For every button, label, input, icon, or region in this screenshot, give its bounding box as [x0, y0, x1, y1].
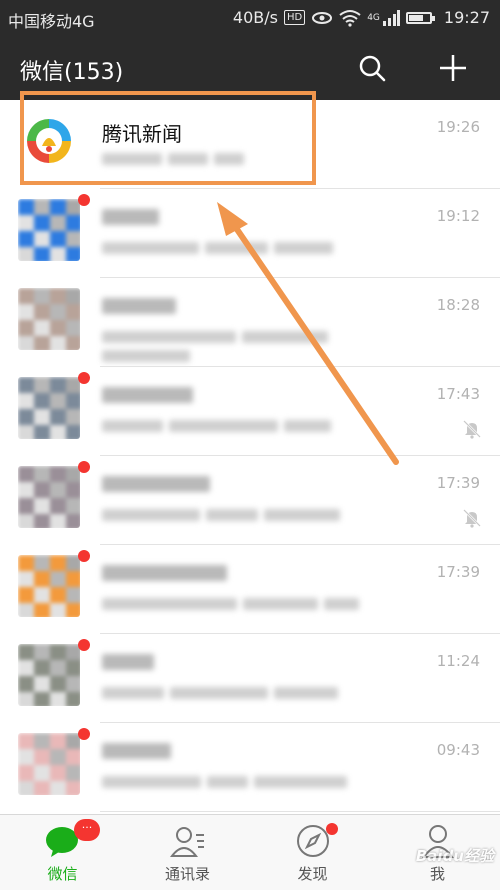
chat-time: 09:43	[436, 741, 480, 759]
chat-name-redacted	[102, 387, 242, 403]
tab-chats[interactable]: ··· 微信	[0, 815, 125, 890]
mute-bell-icon	[463, 420, 481, 439]
avatar-mosaic	[18, 288, 80, 350]
chat-name-redacted	[102, 476, 242, 492]
chat-preview-redacted	[102, 239, 392, 255]
unread-dot	[78, 728, 90, 740]
eye-icon	[312, 11, 333, 24]
network-type: 4G	[367, 12, 380, 23]
chat-row[interactable]: 19:12	[0, 189, 500, 278]
avatar	[18, 644, 80, 706]
chat-row[interactable]: 17:39	[0, 456, 500, 545]
unread-dot	[78, 461, 90, 473]
avatar-mosaic	[18, 466, 80, 528]
tab-label: 我	[429, 865, 445, 883]
tab-label: 发现	[297, 865, 328, 883]
highlight-box	[20, 91, 316, 185]
chat-preview-redacted	[102, 773, 392, 789]
chat-preview-redacted	[102, 328, 392, 362]
chat-row[interactable]: 17:43	[0, 367, 500, 456]
avatar-mosaic	[18, 555, 80, 617]
row-divider	[100, 811, 500, 812]
chat-time: 19:12	[436, 207, 480, 225]
status-bar: 中国移动4G 40B/s HD 4G 19:27	[0, 0, 500, 36]
chat-name-redacted	[102, 298, 242, 314]
wifi-icon	[339, 9, 361, 27]
hd-badge: HD	[283, 10, 306, 25]
avatar	[18, 377, 80, 439]
carrier-label: 中国移动4G	[8, 12, 95, 31]
tab-discover[interactable]: 发现	[250, 815, 375, 890]
mute-bell-icon	[463, 509, 481, 528]
avatar-mosaic	[18, 733, 80, 795]
search-icon[interactable]	[356, 52, 388, 84]
chat-row[interactable]: 17:39	[0, 545, 500, 634]
tab-label: 微信	[47, 865, 78, 883]
chat-name-redacted	[102, 743, 242, 759]
discover-dot	[326, 823, 338, 835]
avatar-mosaic	[18, 377, 80, 439]
tab-label: 通讯录	[164, 865, 210, 883]
page-title: 微信(153)	[20, 60, 124, 85]
chat-time: 17:39	[436, 474, 480, 492]
chat-time: 17:43	[436, 385, 480, 403]
unread-dot	[78, 194, 90, 206]
contacts-icon	[170, 827, 204, 857]
status-icons: 40B/s HD 4G 19:27	[233, 8, 490, 27]
chat-preview-redacted	[102, 595, 392, 611]
unread-dot	[78, 372, 90, 384]
avatar-mosaic	[18, 199, 80, 261]
plus-icon[interactable]	[437, 52, 469, 84]
avatar	[18, 466, 80, 528]
signal-icon	[382, 9, 400, 26]
chat-name-redacted	[102, 565, 242, 581]
chat-row[interactable]: 09:43	[0, 723, 500, 812]
chat-row[interactable]: 18:28	[0, 278, 500, 367]
watermark: Baidu经验	[415, 847, 494, 865]
chat-time: 18:28	[436, 296, 480, 314]
avatar	[18, 733, 80, 795]
chats-badge: ···	[74, 819, 100, 841]
chat-time: 11:24	[436, 652, 480, 670]
network-speed: 40B/s	[232, 8, 278, 27]
avatar-mosaic	[18, 644, 80, 706]
avatar	[18, 199, 80, 261]
chat-name-redacted	[102, 209, 242, 225]
chat-name-redacted	[102, 654, 242, 670]
chat-preview-redacted	[102, 506, 392, 522]
avatar	[18, 555, 80, 617]
clock: 19:27	[443, 8, 490, 27]
tab-contacts[interactable]: 通讯录	[125, 815, 250, 890]
chat-time: 19:26	[436, 118, 480, 136]
chat-row[interactable]: 11:24	[0, 634, 500, 723]
unread-dot	[78, 550, 90, 562]
chat-time: 17:39	[436, 563, 480, 581]
chat-preview-redacted	[102, 684, 392, 700]
battery-icon	[405, 11, 435, 24]
unread-dot	[78, 639, 90, 651]
avatar	[18, 288, 80, 350]
chat-preview-redacted	[102, 417, 392, 433]
